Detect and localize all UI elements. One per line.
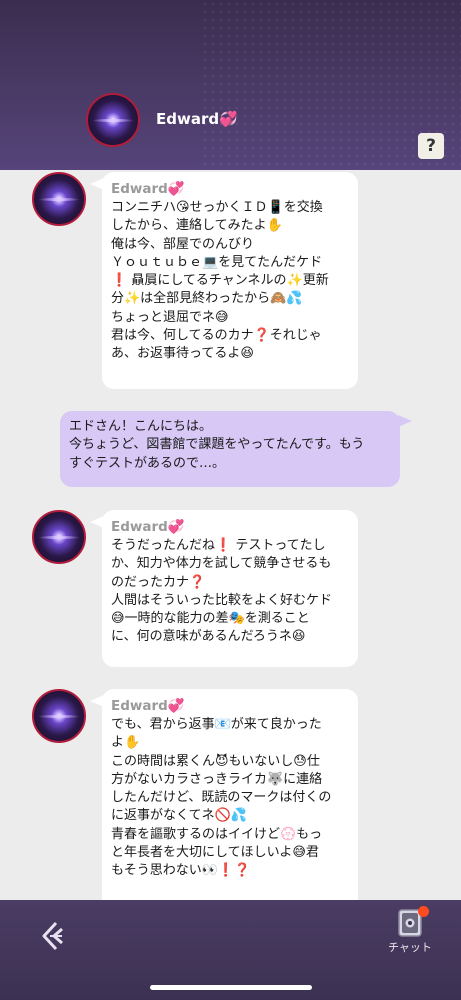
message-sender: Edward💞 (111, 698, 185, 714)
tab-chat[interactable]: チャット (382, 906, 438, 956)
incoming-message-bubble: Edward💞 そうだったんだね❗ テストってたし か、知力や体力を試して競争さ… (90, 510, 358, 667)
message-text: そうだったんだね❗ テストってたし か、知力や体力を試して競争させるも のだった… (111, 538, 333, 645)
message-text: エドさん！こんにちは。 今ちょうど、図書館で課題をやってたんです。もう すぐテス… (69, 419, 365, 471)
tab-chat-label: チャット (388, 941, 432, 954)
incoming-message-bubble: Edward💞 でも、君から返事📧が来て良かった よ✋ この時間は累くん😈もいな… (90, 689, 358, 900)
chat-header (0, 0, 461, 170)
message-sender: Edward💞 (111, 519, 185, 535)
message-avatar[interactable] (32, 689, 86, 743)
contact-avatar[interactable] (86, 93, 140, 147)
message-text: でも、君から返事📧が来て良かった よ✋ この時間は累くん😈もいないし😓仕 方がな… (111, 717, 332, 879)
message-sender: Edward💞 (111, 181, 185, 197)
message-list[interactable]: Edward💞 コンニチハ😘せっかくＩＤ📱を交換 したから、連絡してみたよ✋ 俺… (0, 170, 461, 900)
home-indicator[interactable] (150, 985, 312, 990)
outgoing-message-bubble: エドさん！こんにちは。 今ちょうど、図書館で課題をやってたんです。もう すぐテス… (60, 411, 412, 487)
help-button[interactable]: ? (418, 133, 444, 159)
message-text: コンニチハ😘せっかくＩＤ📱を交換 したから、連絡してみたよ✋ 俺は今、部屋でのん… (111, 200, 329, 362)
message-avatar[interactable] (32, 172, 86, 226)
message-avatar[interactable] (32, 510, 86, 564)
back-arrow-icon[interactable] (38, 920, 70, 952)
notification-badge (418, 906, 429, 917)
incoming-message-bubble: Edward💞 コンニチハ😘せっかくＩＤ📱を交換 したから、連絡してみたよ✋ 俺… (90, 172, 358, 389)
contact-name: Edward💞 (156, 110, 238, 128)
